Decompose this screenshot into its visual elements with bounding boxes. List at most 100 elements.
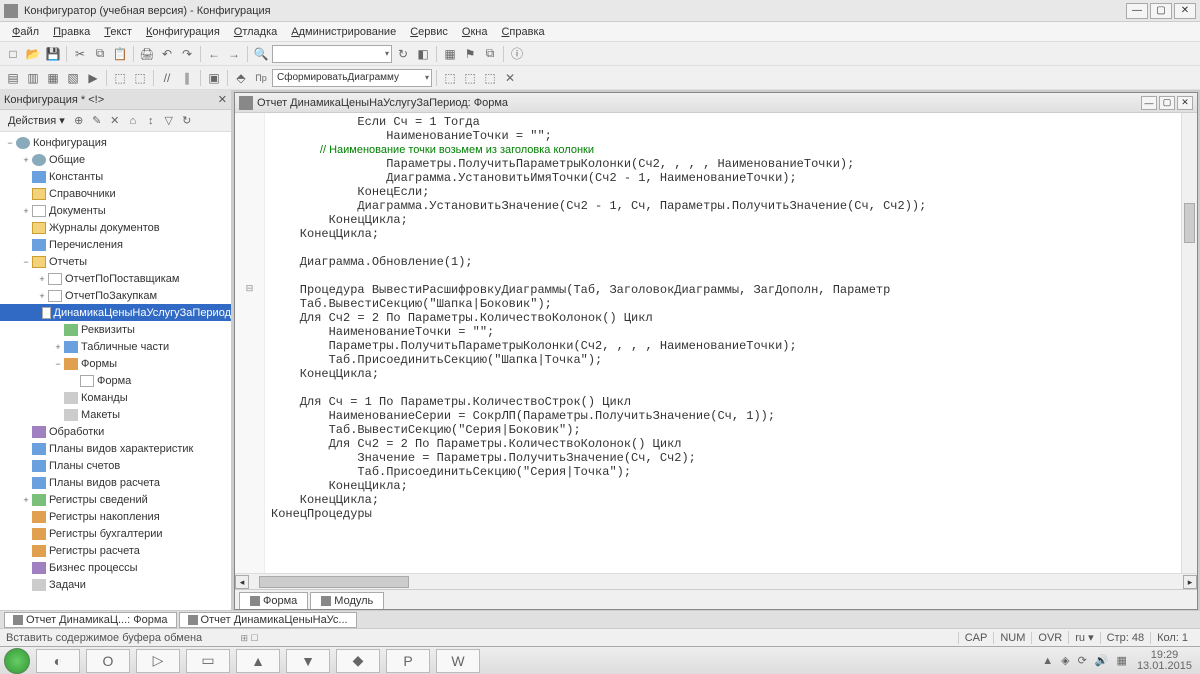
maximize-button[interactable]: ▢ [1150, 3, 1172, 19]
menu-отладка[interactable]: Отладка [228, 24, 284, 40]
tree-item[interactable]: Регистры расчета [0, 542, 231, 559]
actions-dropdown[interactable]: Действия ▾ [4, 114, 69, 127]
expand-icon[interactable]: − [4, 138, 16, 148]
tree-item[interactable]: Планы счетов [0, 457, 231, 474]
close-button[interactable]: ✕ [1174, 3, 1196, 19]
taskbar-opera-icon[interactable]: O [86, 649, 130, 673]
window-tab[interactable]: Отчет ДинамикаЦ...: Форма [4, 612, 177, 628]
tray-icon[interactable]: ⟳ [1076, 654, 1089, 667]
tree-item[interactable]: −Отчеты [0, 253, 231, 270]
sort-button[interactable]: ↕ [143, 113, 159, 129]
tree-item[interactable]: Справочники [0, 185, 231, 202]
tree-item[interactable]: +Общие [0, 151, 231, 168]
tray-icon[interactable]: 🔊 [1093, 654, 1111, 667]
config-tree[interactable]: −Конфигурация+ОбщиеКонстантыСправочники+… [0, 132, 231, 610]
taskbar-chrome-icon[interactable]: ◐ [36, 649, 80, 673]
procedure-combo[interactable]: СформироватьДиаграмму [272, 69, 432, 87]
start-button[interactable] [4, 648, 30, 674]
horizontal-scrollbar[interactable]: ◂ ▸ [235, 573, 1197, 589]
window-tab[interactable]: Отчет ДинамикаЦеныНаУс... [179, 612, 357, 628]
copy-button[interactable]: ⧉ [91, 45, 109, 63]
tool-button-3[interactable]: ⚑ [461, 45, 479, 63]
expand-icon[interactable]: + [20, 155, 32, 165]
doc-close-button[interactable]: ✕ [1177, 96, 1193, 110]
menu-окна[interactable]: Окна [456, 24, 494, 40]
tree-item[interactable]: Планы видов характеристик [0, 440, 231, 457]
tb2-button-9[interactable]: ⬚ [441, 69, 459, 87]
tb2-button-6[interactable]: ⬚ [131, 69, 149, 87]
tb2-button-3[interactable]: ▦ [44, 69, 62, 87]
tree-item[interactable]: Обработки [0, 423, 231, 440]
menu-файл[interactable]: Файл [6, 24, 45, 40]
tree-item[interactable]: +Документы [0, 202, 231, 219]
tool-button-4[interactable]: ⧉ [481, 45, 499, 63]
tree-item[interactable]: Планы видов расчета [0, 474, 231, 491]
tree-item[interactable]: Форма [0, 372, 231, 389]
new-button[interactable]: □ [4, 45, 22, 63]
tree-item[interactable]: Реквизиты [0, 321, 231, 338]
tree-item[interactable]: −Конфигурация [0, 134, 231, 151]
tb2-button-12[interactable]: ✕ [501, 69, 519, 87]
fold-marker-icon[interactable]: ⊟ [235, 283, 264, 297]
delete-button[interactable]: ✕ [107, 113, 123, 129]
tree-item[interactable]: +Табличные части [0, 338, 231, 355]
undo-button[interactable]: ↶ [158, 45, 176, 63]
tb2-button-11[interactable]: ⬚ [481, 69, 499, 87]
filter-button[interactable]: ▽ [161, 113, 177, 129]
add-button[interactable]: ⊕ [71, 113, 87, 129]
tree-item[interactable]: Команды [0, 389, 231, 406]
taskbar-app-1[interactable]: ▲ [236, 649, 280, 673]
tree-item[interactable]: Константы [0, 168, 231, 185]
tree-item[interactable]: Бизнес процессы [0, 559, 231, 576]
config-panel-close-icon[interactable]: ✕ [218, 93, 227, 106]
menu-конфигурация[interactable]: Конфигурация [140, 24, 226, 40]
cut-button[interactable]: ✂ [71, 45, 89, 63]
tree-item[interactable]: −Формы [0, 355, 231, 372]
expand-icon[interactable]: + [20, 495, 32, 505]
tree-item[interactable]: Регистры бухгалтерии [0, 525, 231, 542]
taskbar-word-icon[interactable]: W [436, 649, 480, 673]
open-button[interactable]: 📂 [24, 45, 42, 63]
doc-maximize-button[interactable]: ▢ [1159, 96, 1175, 110]
tb2-button-5[interactable]: ⬚ [111, 69, 129, 87]
doc-tab[interactable]: Модуль [310, 592, 384, 609]
tree-item[interactable]: +ОтчетПоПоставщикам [0, 270, 231, 287]
expand-icon[interactable]: + [36, 274, 48, 284]
tb2-button-1[interactable]: ▤ [4, 69, 22, 87]
uncomment-button[interactable]: ∥ [178, 69, 196, 87]
refresh-tree-button[interactable]: ↻ [179, 113, 195, 129]
forward-button[interactable]: → [225, 45, 243, 63]
print-button[interactable]: 🖨 [138, 45, 156, 63]
tb2-button-10[interactable]: ⬚ [461, 69, 479, 87]
refresh-button[interactable]: ↻ [394, 45, 412, 63]
tb2-button-2[interactable]: ▥ [24, 69, 42, 87]
search-icon[interactable]: 🔍 [252, 45, 270, 63]
expand-icon[interactable]: + [36, 291, 48, 301]
taskbar-app-3[interactable]: ◆ [336, 649, 380, 673]
expand-icon[interactable]: + [52, 342, 64, 352]
expand-icon[interactable]: + [20, 206, 32, 216]
menu-сервис[interactable]: Сервис [404, 24, 454, 40]
taskbar-powerpoint-icon[interactable]: P [386, 649, 430, 673]
edit-button[interactable]: ✎ [89, 113, 105, 129]
paste-button[interactable]: 📋 [111, 45, 129, 63]
doc-minimize-button[interactable]: — [1141, 96, 1157, 110]
redo-button[interactable]: ↷ [178, 45, 196, 63]
comment-button[interactable]: // [158, 69, 176, 87]
tool-button-2[interactable]: ▦ [441, 45, 459, 63]
tray-icon[interactable]: ▲ [1040, 655, 1055, 667]
tb2-button-4[interactable]: ▧ [64, 69, 82, 87]
taskbar-media-icon[interactable]: ▷ [136, 649, 180, 673]
menu-правка[interactable]: Правка [47, 24, 96, 40]
tree-item[interactable]: Регистры накопления [0, 508, 231, 525]
taskbar-app-2[interactable]: ▼ [286, 649, 330, 673]
tray-icon[interactable]: ◈ [1059, 654, 1071, 667]
tree-item[interactable]: Перечисления [0, 236, 231, 253]
search-combo[interactable] [272, 45, 392, 63]
doc-tab[interactable]: Форма [239, 592, 308, 609]
status-lang[interactable]: ru ▾ [1068, 631, 1099, 644]
tree-item[interactable]: Журналы документов [0, 219, 231, 236]
tree-item[interactable]: −ДинамикаЦеныНаУслугуЗаПериод [0, 304, 231, 321]
tb2-button-7[interactable]: ▣ [205, 69, 223, 87]
proc-icon[interactable]: Пр [252, 69, 270, 87]
